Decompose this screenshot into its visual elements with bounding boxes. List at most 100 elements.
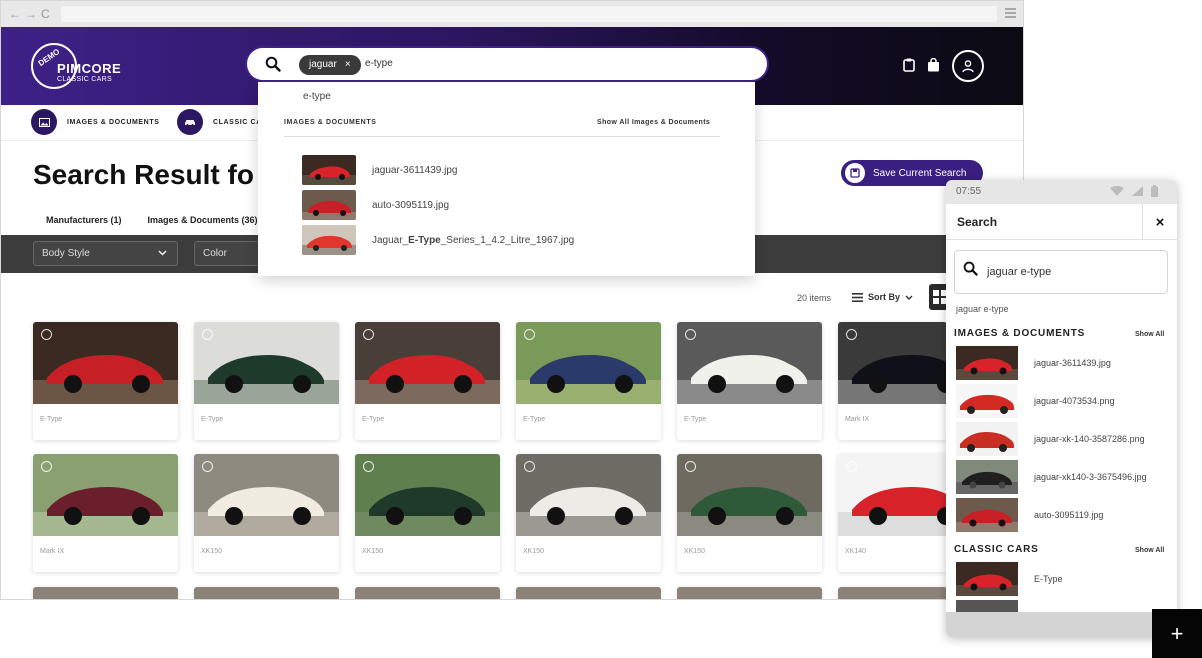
card-select-checkbox[interactable] — [524, 329, 535, 340]
result-card[interactable] — [516, 587, 661, 599]
result-item[interactable]: auto-3095119.jpg — [302, 190, 449, 220]
result-item[interactable]: jaguar-3611439.jpg — [956, 346, 1111, 380]
search-input[interactable]: jaguar × e-type — [245, 46, 769, 82]
browser-toolbar: ← → C — [1, 1, 1023, 27]
card-image — [516, 322, 661, 404]
mobile-search-input[interactable]: jaguar e-type — [954, 250, 1168, 294]
category-classic-cars[interactable]: CLASSIC CA — [177, 109, 262, 135]
suggestion-item[interactable]: jaguar e-type — [956, 304, 1009, 314]
items-count: 20 items — [797, 293, 832, 303]
card-label: XK150 — [362, 548, 384, 555]
card-select-checkbox[interactable] — [202, 329, 213, 340]
card-image — [677, 454, 822, 536]
tab-images-documents[interactable]: Images & Documents (36) — [148, 215, 258, 225]
result-name: jaguar-xk140-3-3675496.jpg — [1034, 472, 1147, 482]
result-card[interactable] — [355, 587, 500, 599]
back-icon[interactable]: ← — [9, 7, 21, 21]
result-card[interactable]: XK150 — [516, 454, 661, 572]
category-label: CLASSIC CA — [213, 118, 262, 126]
sort-by-label: Sort By — [868, 292, 901, 302]
tab-manufacturers[interactable]: Manufacturers (1) — [46, 215, 122, 225]
card-select-checkbox[interactable] — [363, 461, 374, 472]
category-images-documents[interactable]: IMAGES & DOCUMENTS — [31, 109, 159, 135]
card-select-checkbox[interactable] — [846, 329, 857, 340]
chip-label: jaguar — [309, 59, 337, 70]
result-card[interactable]: Mark IX — [33, 454, 178, 572]
save-icon — [845, 163, 865, 183]
forward-icon[interactable]: → — [25, 7, 37, 21]
suggestion-item[interactable]: e-type — [303, 91, 331, 102]
card-label: XK150 — [201, 548, 223, 555]
card-select-checkbox[interactable] — [41, 329, 52, 340]
result-card[interactable]: XK150 — [355, 454, 500, 572]
card-select-checkbox[interactable] — [685, 329, 696, 340]
result-thumbnail — [302, 225, 356, 255]
browser-menu-icon[interactable] — [1005, 8, 1016, 18]
card-image — [516, 454, 661, 536]
sort-lines-icon — [852, 292, 863, 302]
card-label: E-Type — [523, 416, 546, 423]
result-item[interactable]: jaguar-4073534.png — [956, 384, 1115, 418]
result-name: jaguar-4073534.png — [1034, 396, 1115, 406]
result-item[interactable]: E-Type — [956, 562, 1063, 596]
card-select-checkbox[interactable] — [202, 461, 213, 472]
card-select-checkbox[interactable] — [363, 329, 374, 340]
search-icon — [963, 261, 978, 276]
mobile-search-panel: 07:55 Search × jaguar e-type jaguar e-ty… — [946, 180, 1177, 637]
result-card[interactable]: E-Type — [677, 322, 822, 440]
result-item[interactable]: jaguar-xk-140-3587286.png — [956, 422, 1145, 456]
result-card[interactable]: E-Type — [194, 322, 339, 440]
result-item[interactable]: jaguar-xk140-3-3675496.jpg — [956, 460, 1147, 494]
divider — [284, 136, 720, 137]
result-item[interactable]: jaguar-3611439.jpg — [302, 155, 457, 185]
pimcore-logo[interactable]: DEMO PIMCORE CLASSIC CARS — [31, 43, 121, 91]
search-suggestions-dropdown: e-type IMAGES & DOCUMENTS Show All Image… — [258, 82, 755, 276]
save-search-label: Save Current Search — [873, 167, 967, 179]
card-select-checkbox[interactable] — [524, 461, 535, 472]
section-heading: IMAGES & DOCUMENTS — [284, 119, 377, 126]
result-card[interactable]: XK150 — [194, 454, 339, 572]
result-thumbnail — [956, 498, 1018, 532]
reload-icon[interactable]: C — [41, 7, 50, 21]
show-all-link[interactable]: Show All Images & Documents — [597, 119, 710, 126]
close-icon: × — [1155, 213, 1165, 231]
address-bar[interactable] — [61, 6, 997, 22]
card-label: XK140 — [845, 548, 867, 555]
result-card[interactable] — [194, 587, 339, 599]
result-card[interactable] — [838, 587, 947, 599]
status-bar: 07:55 — [946, 180, 1177, 204]
result-item[interactable]: auto-3095119.jpg — [956, 498, 1103, 532]
result-card[interactable]: XK150 — [677, 454, 822, 572]
show-all-link[interactable]: Show All — [1135, 331, 1164, 338]
result-card[interactable]: E-Type — [355, 322, 500, 440]
card-label: Mark IX — [40, 548, 65, 555]
search-chip[interactable]: jaguar × — [299, 55, 361, 75]
result-item[interactable]: Jaguar_E-Type_Series_1_4.2_Litre_1967.jp… — [302, 225, 574, 255]
result-card[interactable]: Mark IX — [838, 322, 947, 440]
show-all-link[interactable]: Show All — [1135, 547, 1164, 554]
card-select-checkbox[interactable] — [685, 461, 696, 472]
card-label: E-Type — [684, 416, 707, 423]
result-card[interactable]: XK140 — [838, 454, 947, 572]
logo-name: PIMCORE — [57, 61, 122, 76]
sort-by-dropdown[interactable]: Sort By — [852, 292, 913, 302]
card-image — [355, 322, 500, 404]
result-card[interactable]: E-Type — [33, 322, 178, 440]
result-card[interactable]: E-Type — [516, 322, 661, 440]
result-name-match: E-Type — [408, 234, 441, 246]
chip-remove-icon[interactable]: × — [345, 55, 351, 75]
card-select-checkbox[interactable] — [41, 461, 52, 472]
result-card[interactable] — [677, 587, 822, 599]
close-button[interactable]: × — [1142, 204, 1177, 240]
card-label: E-Type — [362, 416, 385, 423]
bag-icon[interactable] — [927, 57, 940, 74]
result-card[interactable] — [33, 587, 178, 599]
body-style-filter[interactable]: Body Style — [33, 241, 178, 266]
wifi-icon — [1110, 186, 1124, 196]
clipboard-icon[interactable] — [903, 58, 915, 74]
add-button[interactable]: + — [1152, 609, 1202, 658]
result-thumbnail — [956, 346, 1018, 380]
result-item[interactable] — [956, 600, 1018, 612]
card-select-checkbox[interactable] — [846, 461, 857, 472]
user-icon[interactable] — [952, 50, 984, 82]
